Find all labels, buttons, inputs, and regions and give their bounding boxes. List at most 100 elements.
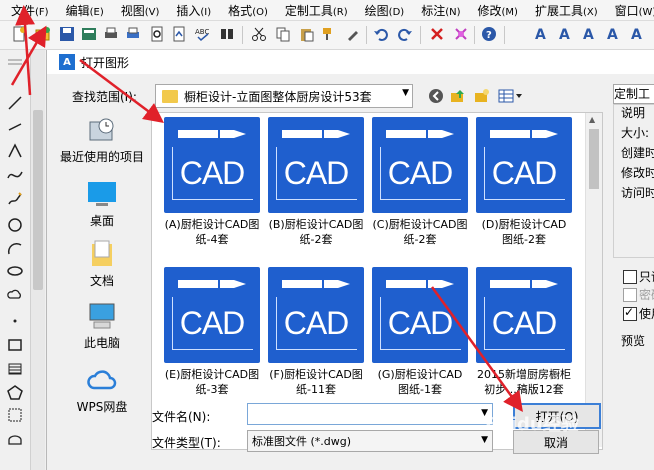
sketch-icon[interactable]	[6, 190, 24, 208]
toolbar-grip-icon	[6, 56, 24, 74]
brush-icon[interactable]	[344, 25, 362, 43]
find-icon[interactable]	[218, 25, 236, 43]
hatch-icon[interactable]	[6, 360, 24, 378]
computer-icon	[86, 302, 118, 330]
chevron-down-icon: ▼	[402, 88, 409, 98]
file-item[interactable]: CAD (B)厨柜设计CAD图 纸-2套	[264, 117, 368, 247]
desktop-icon	[86, 180, 118, 208]
view-menu-icon[interactable]	[497, 87, 525, 105]
place-desktop[interactable]: 桌面	[53, 180, 151, 229]
polygon-tool-icon[interactable]	[6, 384, 24, 402]
file-name-line1: (B)厨柜设计CAD图	[268, 218, 364, 231]
menu-item-1[interactable]: 编辑(E)	[55, 2, 110, 19]
revision-cloud-icon[interactable]	[6, 286, 24, 304]
menu-item-4[interactable]: 格式(O)	[217, 2, 274, 19]
rectangle-tool-icon[interactable]	[6, 336, 24, 354]
use-label: 使用	[639, 307, 654, 321]
menu-item-3[interactable]: 插入(I)	[165, 2, 217, 19]
spline-icon[interactable]	[6, 166, 24, 184]
point-tool-icon[interactable]	[6, 312, 24, 330]
wipeout-icon[interactable]	[6, 430, 24, 448]
new-file-icon[interactable]	[10, 25, 28, 43]
filetype-label: 文件类型(T):	[152, 436, 221, 450]
readonly-label: 只读	[639, 270, 654, 284]
save-icon[interactable]	[58, 25, 76, 43]
dialog-title: 打开图形	[81, 55, 130, 70]
menu-item-hotkey: (D)	[388, 6, 405, 18]
menu-item-6[interactable]: 绘图(D)	[354, 2, 411, 19]
app-logo-icon: A	[59, 54, 75, 70]
polyline-icon[interactable]	[6, 142, 24, 160]
undo-icon[interactable]	[372, 25, 390, 43]
menu-item-5[interactable]: 定制工具(R)	[274, 2, 354, 19]
paste-icon[interactable]	[298, 25, 316, 43]
open-file-icon[interactable]	[34, 25, 52, 43]
file-name-line1: (C)厨柜设计CAD图	[372, 218, 468, 231]
filetype-select[interactable]: 标准图文件 (*.dwg) ▼	[247, 430, 493, 452]
save-as-icon[interactable]	[80, 25, 98, 43]
filename-input[interactable]: ▼	[247, 403, 493, 425]
menu-bar: 文件(F) 编辑(E) 视图(V) 插入(I) 格式(O) 定制工具(R) 绘图(D) 标注(…	[0, 0, 654, 21]
text-style-icon[interactable]: A	[532, 25, 550, 43]
print-icon[interactable]	[102, 25, 120, 43]
copy-icon[interactable]	[274, 25, 292, 43]
text-style-3-icon[interactable]: A	[580, 25, 598, 43]
file-item[interactable]: CAD (C)厨柜设计CAD图 纸-2套	[368, 117, 472, 247]
file-item[interactable]: CAD (A)厨柜设计CAD图 纸-4套	[160, 117, 264, 247]
menu-item-hotkey: (X)	[582, 6, 598, 18]
help-icon[interactable]: ?	[480, 25, 498, 43]
file-item[interactable]: CAD (E)厨柜设计CAD图 纸-3套	[160, 267, 264, 397]
password-checkbox[interactable]	[623, 288, 637, 302]
menu-item-9[interactable]: 扩展工具(X)	[524, 2, 604, 19]
documents-icon	[86, 240, 118, 268]
menu-item-0[interactable]: 文件(F)	[0, 2, 55, 19]
file-item[interactable]: CAD (D)厨柜设计CAD 图纸-2套	[472, 117, 576, 247]
spell-check-icon[interactable]: ABC	[194, 25, 212, 43]
delete-icon[interactable]	[428, 25, 446, 43]
text-style-4-icon[interactable]: A	[604, 25, 622, 43]
canvas-scrollbar[interactable]	[31, 50, 45, 470]
password-label: 密码	[639, 288, 654, 302]
use-checkbox[interactable]	[623, 305, 637, 321]
file-item[interactable]: CAD (G)厨柜设计CAD 图纸-1套	[368, 267, 472, 397]
purge-icon[interactable]	[452, 25, 470, 43]
look-in-dropdown[interactable]: 橱柜设计-立面图整体厨房设计53套 ▼	[155, 84, 413, 108]
place-wps-cloud[interactable]: WPS网盘	[53, 366, 151, 415]
menu-item-label: 窗口	[614, 3, 639, 18]
back-icon[interactable]	[427, 87, 445, 105]
plot-icon[interactable]	[124, 25, 142, 43]
line-tool-icon[interactable]	[6, 94, 24, 112]
redo-icon[interactable]	[396, 25, 414, 43]
ellipse-tool-icon[interactable]	[6, 262, 24, 280]
arc-tool-icon[interactable]	[6, 240, 24, 258]
menu-item-7[interactable]: 标注(N)	[410, 2, 466, 19]
file-name-line1: (D)厨柜设计CAD	[481, 218, 567, 231]
print-preview-icon[interactable]	[148, 25, 166, 43]
new-folder-icon[interactable]	[473, 87, 491, 105]
place-documents[interactable]: 文档	[53, 240, 151, 289]
place-this-pc[interactable]: 此电脑	[53, 302, 151, 351]
readonly-checkbox[interactable]	[623, 270, 637, 284]
file-name-line1: (E)厨柜设计CAD图	[164, 368, 260, 381]
up-folder-icon[interactable]	[449, 87, 467, 105]
file-list[interactable]: CAD (A)厨柜设计CAD图 纸-4套 CAD (B)厨柜设计CAD图 纸-2套 CAD (…	[151, 112, 603, 450]
file-list-scrollbar[interactable]: ▲ ▼	[585, 113, 602, 447]
text-style-5-icon[interactable]: A	[628, 25, 646, 43]
construction-line-icon[interactable]	[6, 118, 24, 136]
match-properties-icon[interactable]	[320, 25, 338, 43]
menu-item-label: 标注	[421, 3, 446, 18]
publish-icon[interactable]	[170, 25, 188, 43]
file-item[interactable]: CAD (F)厨柜设计CAD图 纸-11套	[264, 267, 368, 397]
menu-item-10[interactable]: 窗口(W)	[604, 2, 654, 19]
cut-icon[interactable]	[250, 25, 268, 43]
custom-tools-tab[interactable]: 定制工	[613, 84, 654, 104]
text-style-2-icon[interactable]: A	[556, 25, 574, 43]
region-icon[interactable]	[6, 406, 24, 424]
file-item[interactable]: CAD 2015新增厨房橱柜 初步...稿版12套	[472, 267, 576, 397]
place-recent[interactable]: 最近使用的项目	[53, 116, 151, 165]
menu-item-8[interactable]: 修改(M)	[467, 2, 524, 19]
menu-item-label: 格式	[228, 3, 253, 18]
menu-item-2[interactable]: 视图(V)	[110, 2, 166, 19]
draw-toolbar	[0, 50, 31, 470]
circle-tool-icon[interactable]	[6, 216, 24, 234]
